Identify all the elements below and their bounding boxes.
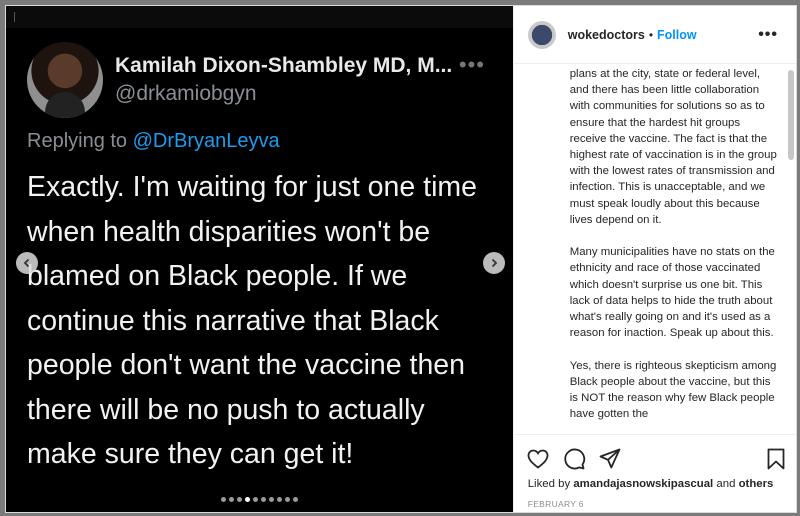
tweet-text: Exactly. I'm waiting for just one time w… xyxy=(27,171,477,470)
likes-others-link[interactable]: others xyxy=(739,478,774,490)
instagram-post-modal: Kamilah Dixon-Shambley MD, M... @drkamio… xyxy=(5,5,797,513)
carousel-dot xyxy=(284,497,290,502)
carousel-dot xyxy=(252,497,258,502)
chevron-right-icon xyxy=(491,258,498,268)
caption-paragraph: Many municipalities have no stats on the… xyxy=(569,246,775,340)
carousel-dot xyxy=(244,497,250,502)
liked-by-user-link[interactable]: amandajasnowskipascual xyxy=(573,478,713,490)
carousel-dot xyxy=(292,497,298,502)
account-username[interactable]: wokedoctors xyxy=(568,28,645,42)
comment-icon[interactable] xyxy=(562,447,586,471)
replying-prefix: Replying to xyxy=(27,130,133,152)
carousel-prev-button[interactable] xyxy=(16,252,38,274)
post-sidebar: wokedoctors • Follow ••• plans at the ci… xyxy=(512,6,796,512)
tweet-screenshot: Kamilah Dixon-Shambley MD, M... @drkamio… xyxy=(27,38,497,477)
tweet-author-avatar xyxy=(27,42,103,118)
post-actions: Liked by amandajasnowskipascual and othe… xyxy=(513,434,796,512)
carousel-dot xyxy=(276,497,282,502)
post-date[interactable]: FEBRUARY 6 xyxy=(528,499,584,509)
tweet-header: Kamilah Dixon-Shambley MD, M... @drkamio… xyxy=(27,38,497,122)
carousel-dots xyxy=(6,497,513,502)
share-icon[interactable] xyxy=(598,447,622,471)
post-header: wokedoctors • Follow ••• xyxy=(513,6,796,64)
caption-paragraph: Yes, there is righteous skepticism among… xyxy=(569,359,777,421)
reply-mention: @DrBryanLeyva xyxy=(132,130,280,152)
caption-scrollbar[interactable] xyxy=(788,66,794,436)
carousel-dot xyxy=(268,497,274,502)
more-options-icon[interactable]: ••• xyxy=(758,26,778,44)
scrollbar-thumb[interactable] xyxy=(788,70,794,160)
tweet-handle: @drkamiobgyn xyxy=(115,82,257,105)
tweet-more-icon: ••• xyxy=(458,52,485,77)
bookmark-icon[interactable] xyxy=(764,447,788,471)
caption-paragraph: plans at the city, state or federal leve… xyxy=(569,68,777,226)
chevron-left-icon xyxy=(23,258,30,268)
likes-line: Liked by amandajasnowskipascual and othe… xyxy=(528,478,774,490)
action-icons xyxy=(526,447,786,473)
carousel-dot xyxy=(260,497,266,502)
caption-text: plans at the city, state or federal leve… xyxy=(570,66,780,434)
carousel-dot xyxy=(220,497,226,502)
follow-button[interactable]: Follow xyxy=(657,28,697,42)
post-media-carousel[interactable]: Kamilah Dixon-Shambley MD, M... @drkamio… xyxy=(6,6,513,512)
likes-and: and xyxy=(713,478,739,490)
account-avatar[interactable] xyxy=(527,20,556,49)
tweet-replying-to: Replying to @DrBryanLeyva xyxy=(27,130,497,153)
tweet-display-name: Kamilah Dixon-Shambley MD, M... xyxy=(115,54,453,77)
tweet-author-names: Kamilah Dixon-Shambley MD, M... @drkamio… xyxy=(115,54,452,106)
heart-icon[interactable] xyxy=(526,447,550,471)
carousel-dot xyxy=(236,497,242,502)
header-separator: • xyxy=(648,27,654,42)
carousel-next-button[interactable] xyxy=(483,252,505,274)
likes-prefix: Liked by xyxy=(527,478,574,490)
carousel-dot xyxy=(228,497,234,502)
media-top-bar xyxy=(6,6,513,28)
